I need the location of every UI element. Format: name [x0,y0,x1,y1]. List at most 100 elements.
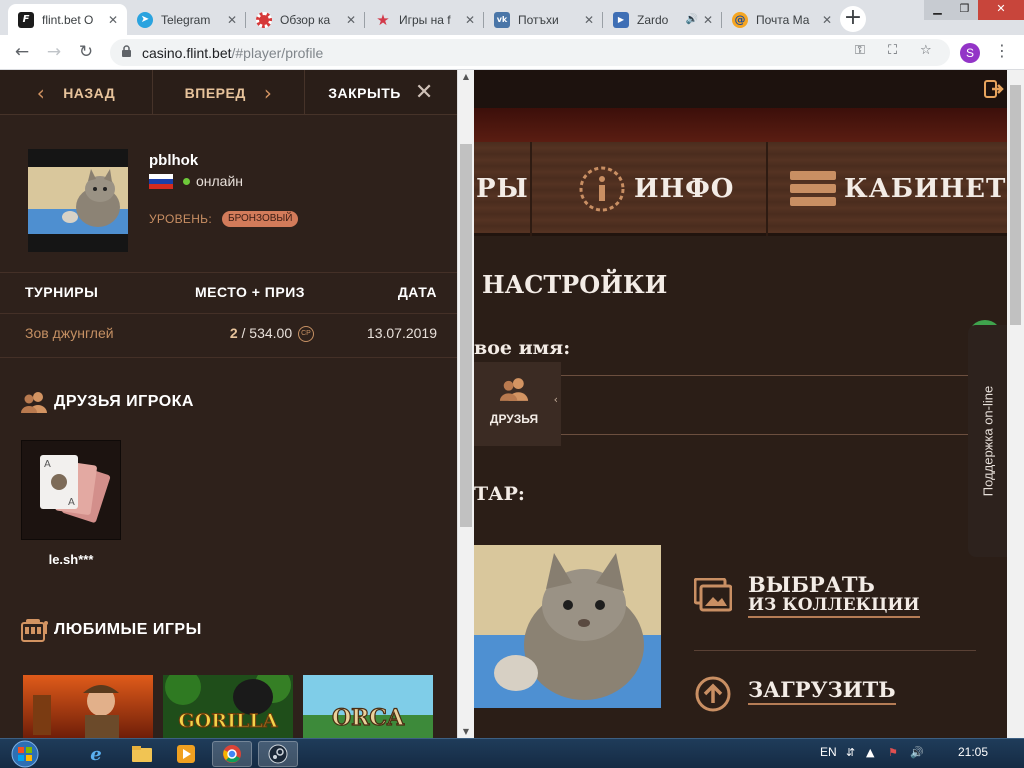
network-warning-icon[interactable]: ⚑ [888,746,898,759]
divider [694,650,976,651]
nav-cabinet[interactable]: КАБИНЕТ [790,142,1006,236]
chevron-left-icon: ‹ [553,393,558,406]
nav-info[interactable]: ИНФО [578,142,734,236]
key-icon[interactable]: ⚿ [855,43,865,58]
close-panel-button[interactable]: ЗАКРЫТЬ ✕ [304,70,457,115]
close-tab-icon[interactable]: ✕ [819,13,835,27]
explorer-folder-icon[interactable] [122,741,162,767]
audio-playing-icon[interactable]: 🔊 [686,14,698,25]
close-icon: ✕ [414,80,434,105]
level-label: УРОВЕНЬ: [149,212,212,226]
forward-button[interactable]: ВПЕРЕД › [152,70,304,115]
new-tab-button[interactable]: + [840,6,866,32]
close-tab-icon[interactable]: ✕ [462,13,478,27]
tab-review[interactable]: Обзор ка ✕ [246,4,365,35]
upload-label: ЗАГРУЗИТЬ [748,677,896,705]
lock-icon [122,45,131,57]
minimize-icon[interactable]: ▁ [924,0,951,20]
upload-icon [695,676,731,712]
keyboard-icon[interactable]: ⇵ [846,746,855,759]
tournament-date: 13.07.2019 [366,325,437,341]
play-icon: ▶ [613,11,629,28]
reload-icon[interactable]: ↻ [74,41,98,65]
clock[interactable]: 21:05 [958,745,988,759]
casino-site: РЫ ИНФО КАБИНЕТ НАСТРОЙКИ вое имя: ДРУЗЬ… [474,70,1024,738]
upload-button[interactable]: ЗАГРУЗИТЬ [748,677,896,705]
close-tab-icon[interactable]: ✕ [700,13,716,27]
browser-toolbar: ← → ↻ casino.flint.bet/#player/profile ⚿… [0,35,1024,70]
svg-text:ORCA: ORCA [332,705,405,731]
close-window-icon[interactable]: ✕ [978,0,1024,20]
translate-icon[interactable]: ⛶ [888,43,897,58]
show-hidden-icons-icon[interactable]: ▲ [866,746,874,759]
steam-icon[interactable] [258,741,298,767]
favorite-games-title: ЛЮБИМЫЕ ИГРЫ [54,621,202,638]
scrollbar-thumb[interactable] [460,144,472,527]
tab-title: flint.bet О [42,12,94,27]
nav-tournaments[interactable]: РЫ [476,142,529,236]
friends-icon [499,378,529,401]
tab-title: Почта Ма [756,12,810,27]
friends-side-tab[interactable]: ДРУЗЬЯ ‹ [474,362,561,446]
profile-avatar[interactable]: S [960,43,980,63]
col-header-place-prize: МЕСТО + ПРИЗ [195,284,306,300]
player-name: pblhok [149,152,199,169]
gallery-icon [694,578,732,612]
close-tab-icon[interactable]: ✕ [581,13,597,27]
bookmark-star-icon[interactable]: ☆ [920,43,932,58]
forward-label: ВПЕРЕД [184,84,246,101]
tournament-game-link[interactable]: Зов джунглей [25,325,114,341]
tab-telegram[interactable]: ➤ Telegram ✕ [127,4,246,35]
tab-mail[interactable]: @ Почта Ма ✕ [722,4,841,35]
close-label: ЗАКРЫТЬ [328,84,401,101]
choose-line2: ИЗ КОЛЛЕКЦИИ [748,595,920,618]
red-banner [474,108,1024,142]
game-book-of-ra[interactable] [23,675,153,738]
close-tab-icon[interactable]: ✕ [105,13,121,27]
avatar-preview [474,545,661,708]
media-player-icon[interactable] [166,741,206,767]
hamburger-menu-icon [790,171,836,206]
back-arrow-icon[interactable]: ← [10,41,34,65]
maximize-icon[interactable]: ❐ [951,0,978,20]
back-label: НАЗАД [63,84,116,101]
panel-nav: ‹ НАЗАД ВПЕРЕД › ЗАКРЫТЬ ✕ [0,70,457,115]
ie-icon[interactable]: e [76,741,116,767]
address-bar[interactable]: casino.flint.bet/#player/profile ⚿ ⛶ ☆ [110,39,950,66]
telegram-icon: ➤ [137,11,153,28]
tab-vk[interactable]: vk Потъхи ✕ [484,4,603,35]
scroll-down-icon[interactable]: ▼ [458,727,474,736]
game-orca[interactable]: ORCA [303,675,433,738]
language-indicator[interactable]: EN [820,745,837,759]
tab-title: Обзор ка [280,12,331,27]
col-header-tournaments: ТУРНИРЫ [25,284,99,300]
scroll-up-icon[interactable]: ▲ [458,72,474,81]
logout-icon[interactable] [984,80,1004,98]
menu-dots-icon[interactable]: ⋮ [994,41,1010,60]
tab-games[interactable]: ★ Игры на f ✕ [365,4,484,35]
windows-start-icon[interactable] [6,740,44,768]
online-status: онлайн [196,173,244,189]
chrome-icon[interactable] [212,741,252,767]
friend-card[interactable]: A A [21,440,121,540]
site-scrollbar[interactable] [1007,70,1024,738]
choose-from-collection-button[interactable]: ВЫБРАТЬ ИЗ КОЛЛЕКЦИИ [748,572,920,618]
support-online-tab[interactable]: Поддержка on-line [968,325,1008,557]
volume-icon[interactable]: 🔊 [910,746,924,759]
scrollbar-thumb[interactable] [1010,85,1021,325]
close-tab-icon[interactable]: ✕ [224,13,240,27]
back-button[interactable]: ‹ НАЗАД [0,70,152,115]
nav-label: КАБИНЕТ [844,174,1007,204]
tab-zardo[interactable]: ▶ Zardo 🔊 ✕ [603,4,722,35]
browser-tabstrip: F flint.bet О ✕ ➤ Telegram ✕ Обзор ка ✕ … [0,0,1024,35]
game-gorilla[interactable]: GORILLA [163,675,293,738]
friends-tab-label: ДРУЗЬЯ [489,412,539,426]
forward-arrow-icon[interactable]: → [42,41,66,65]
close-tab-icon[interactable]: ✕ [343,13,359,27]
friends-section-title: ДРУЗЬЯ ИГРОКА [54,393,194,410]
chevron-left-icon: ‹ [36,80,46,105]
tab-flint[interactable]: F flint.bet О ✕ [8,4,127,35]
friend-name[interactable]: le.sh*** [21,552,121,567]
svg-text:A: A [44,459,51,470]
panel-scrollbar[interactable]: ▲ ▼ [457,70,474,738]
